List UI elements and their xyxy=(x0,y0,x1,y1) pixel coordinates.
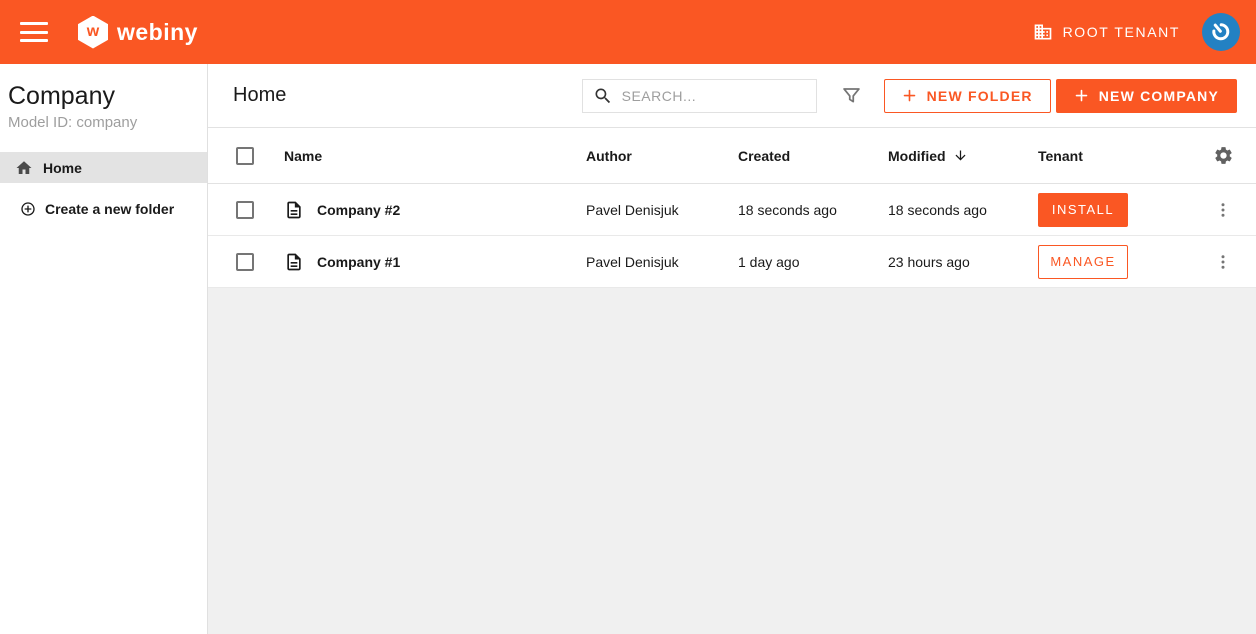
brand-name: webiny xyxy=(117,19,198,46)
building-icon xyxy=(1033,22,1053,42)
circle-plus-icon xyxy=(20,201,36,217)
sidebar-item-label: Create a new folder xyxy=(45,201,174,217)
column-header-label: Modified xyxy=(888,148,946,164)
select-all-checkbox[interactable] xyxy=(236,147,254,165)
column-header-created[interactable]: Created xyxy=(738,148,888,164)
entry-created: 18 seconds ago xyxy=(738,202,888,218)
new-company-label: NEW COMPANY xyxy=(1099,88,1219,104)
column-header-tenant[interactable]: Tenant xyxy=(1038,148,1190,164)
sidebar: Company Model ID: company Home Create a … xyxy=(0,64,208,634)
column-header-author[interactable]: Author xyxy=(586,148,738,164)
power-icon xyxy=(1204,15,1238,49)
tenant-manage-button[interactable]: MANAGE xyxy=(1038,245,1128,279)
entry-name-cell[interactable]: Company #2 xyxy=(284,200,586,220)
sidebar-item-home[interactable]: Home xyxy=(0,152,207,183)
tenant-label: ROOT TENANT xyxy=(1063,24,1180,40)
sidebar-item-create-folder[interactable]: Create a new folder xyxy=(0,193,207,224)
table-row[interactable]: Company #1 Pavel Denisjuk 1 day ago 23 h… xyxy=(208,236,1256,288)
column-header-name[interactable]: Name xyxy=(284,148,586,164)
page-title: Home xyxy=(233,84,286,107)
home-icon xyxy=(15,159,33,177)
search-icon xyxy=(593,86,613,106)
plus-icon xyxy=(1074,88,1089,103)
user-avatar[interactable] xyxy=(1202,13,1240,51)
filter-icon[interactable] xyxy=(841,85,862,106)
header-tools: NEW FOLDER NEW COMPANY xyxy=(582,79,1237,113)
sidebar-item-label: Home xyxy=(43,160,82,176)
new-folder-label: NEW FOLDER xyxy=(927,88,1033,104)
sort-desc-arrow-icon xyxy=(953,148,968,163)
menu-toggle-icon[interactable] xyxy=(20,22,50,42)
tenant-install-button[interactable]: INSTALL xyxy=(1038,193,1128,227)
main-panel: Home NEW FOLDER NEW COMPANY xyxy=(208,64,1256,634)
entry-author: Pavel Denisjuk xyxy=(586,202,738,218)
entry-modified: 18 seconds ago xyxy=(888,202,1038,218)
column-header-modified[interactable]: Modified xyxy=(888,148,1038,164)
document-icon xyxy=(284,200,304,220)
content-area: Company Model ID: company Home Create a … xyxy=(0,64,1256,634)
table-settings-gear-icon[interactable] xyxy=(1213,145,1234,166)
row-menu-kebab-icon[interactable] xyxy=(1214,253,1232,271)
entry-name: Company #1 xyxy=(317,254,400,270)
topbar-right: ROOT TENANT xyxy=(1033,13,1240,51)
row-menu-kebab-icon[interactable] xyxy=(1214,201,1232,219)
webiny-hexagon-icon: w xyxy=(78,16,108,49)
entry-created: 1 day ago xyxy=(738,254,888,270)
top-bar: w webiny ROOT TENANT xyxy=(0,0,1256,64)
table-row[interactable]: Company #2 Pavel Denisjuk 18 seconds ago… xyxy=(208,184,1256,236)
entry-author: Pavel Denisjuk xyxy=(586,254,738,270)
table-header-row: Name Author Created Modified Tenant xyxy=(208,128,1256,184)
new-company-button[interactable]: NEW COMPANY xyxy=(1056,79,1237,113)
model-id-label: Model ID: company xyxy=(8,114,199,131)
list-header: Home NEW FOLDER NEW COMPANY xyxy=(208,64,1256,128)
entry-name: Company #2 xyxy=(317,202,400,218)
search-input[interactable] xyxy=(622,88,802,104)
new-folder-button[interactable]: NEW FOLDER xyxy=(884,79,1051,113)
document-icon xyxy=(284,252,304,272)
plus-icon xyxy=(902,88,917,103)
row-checkbox[interactable] xyxy=(236,253,254,271)
model-title: Company xyxy=(8,82,199,111)
entry-modified: 23 hours ago xyxy=(888,254,1038,270)
tenant-selector[interactable]: ROOT TENANT xyxy=(1033,22,1180,42)
webiny-logo[interactable]: w webiny xyxy=(78,16,198,49)
entry-name-cell[interactable]: Company #1 xyxy=(284,252,586,272)
search-box xyxy=(582,79,817,113)
row-checkbox[interactable] xyxy=(236,201,254,219)
